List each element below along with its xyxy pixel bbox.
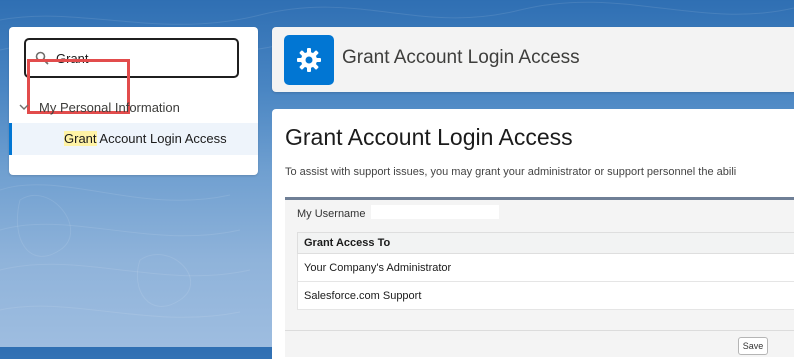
grant-access-panel: My Username Grant Access To Your Company… <box>285 197 794 357</box>
quick-find-input[interactable] <box>56 46 226 70</box>
tree-parent-label: My Personal Information <box>39 100 180 115</box>
page-header: Grant Account Login Access <box>272 27 794 92</box>
table-row: Salesforce.com Support <box>298 282 794 310</box>
setup-icon-tile <box>284 35 334 85</box>
setup-sidebar: My Personal Information Grant Account Lo… <box>9 27 258 175</box>
save-button[interactable]: Save <box>738 337 768 355</box>
column-header-grant-access-to: Grant Access To <box>298 233 794 254</box>
chevron-down-icon <box>19 102 29 112</box>
tree-item-grant-account-login-access[interactable]: Grant Account Login Access <box>9 123 258 155</box>
grant-access-table: Grant Access To Your Company's Administr… <box>297 232 794 310</box>
quick-find-box[interactable] <box>24 38 239 78</box>
page-title: Grant Account Login Access <box>285 124 573 151</box>
tree-child-label: Grant Account Login Access <box>64 131 227 146</box>
search-icon <box>35 51 49 65</box>
tree-child-label-rest: Account Login Access <box>97 131 227 146</box>
username-label: My Username <box>297 208 365 220</box>
table-row: Your Company's Administrator <box>298 254 794 282</box>
main-content: Grant Account Login Access To assist wit… <box>272 109 794 359</box>
header-title: Grant Account Login Access <box>342 47 580 69</box>
username-value <box>371 205 499 219</box>
search-match-highlight: Grant <box>64 131 97 146</box>
divider <box>285 330 794 331</box>
intro-text: To assist with support issues, you may g… <box>285 166 736 178</box>
tree-item-my-personal-information[interactable]: My Personal Information <box>19 96 180 118</box>
table-header-row: Grant Access To <box>298 233 794 254</box>
row-label: Your Company's Administrator <box>298 254 794 282</box>
row-label: Salesforce.com Support <box>298 282 794 310</box>
gear-icon <box>295 46 323 74</box>
